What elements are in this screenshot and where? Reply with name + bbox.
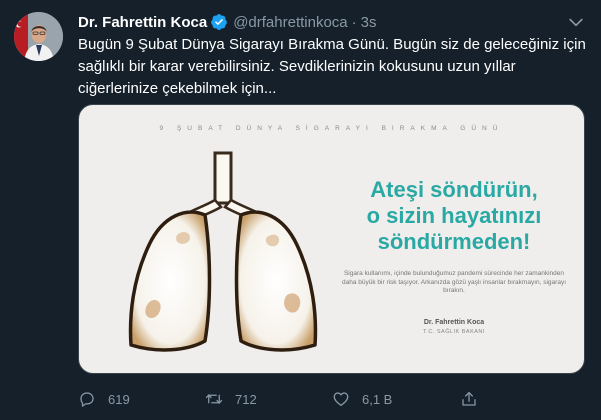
signature-name: Dr. Fahrettin Koca [423,319,485,326]
reply-count: 619 [108,391,130,407]
separator-dot: · [351,13,357,31]
share-icon [460,390,478,408]
reply-button[interactable]: 619 [78,387,130,411]
tweet-timestamp[interactable]: 3s [361,14,377,31]
author-handle[interactable]: @drfahrettinkoca [233,14,347,31]
author-name[interactable]: Dr. Fahrettin Koca [78,14,207,31]
burnt-lungs-illustration [128,151,318,352]
like-icon [332,390,350,408]
tweet-text: Bugün 9 Şubat Dünya Sigarayı Bırakma Gün… [78,36,586,97]
tweet[interactable]: Dr. Fahrettin Koca @drfahrettinkoca · 3s… [0,0,601,420]
headline-line-3: söndürmeden! [377,229,531,254]
tweet-media-image[interactable]: 9 ŞUBAT DÜNYA SİGARAYI BIRAKMA GÜNÜ Ateş… [78,104,585,374]
media-header-text: 9 ŞUBAT DÜNYA SİGARAYI BIRAKMA GÜNÜ [159,125,504,132]
avatar[interactable] [14,12,63,61]
headline-line-1: Ateşi söndürün, [370,177,538,202]
avatar-image [14,12,63,61]
media-headline: Ateşi söndürün, o sizin hayatınızı söndü… [329,177,579,255]
tweet-header: Dr. Fahrettin Koca @drfahrettinkoca · 3s [78,11,377,33]
verified-badge-icon [210,13,228,31]
tweet-actions: 619 712 6,1 B [78,387,588,411]
media-body-text: Sigara kullanımı, içinde bulunduğumuz pa… [342,270,566,294]
like-count: 6,1 B [362,391,393,407]
signature-title: T.C. SAĞLIK BAKANI [423,329,485,335]
like-button[interactable]: 6,1 B [332,387,392,411]
reply-icon [78,390,96,408]
retweet-button[interactable]: 712 [205,387,257,411]
chevron-down-icon[interactable] [566,12,586,32]
share-button[interactable] [460,387,478,411]
headline-line-2: o sizin hayatınızı [366,203,542,228]
retweet-icon [205,390,223,408]
retweet-count: 712 [235,391,257,407]
